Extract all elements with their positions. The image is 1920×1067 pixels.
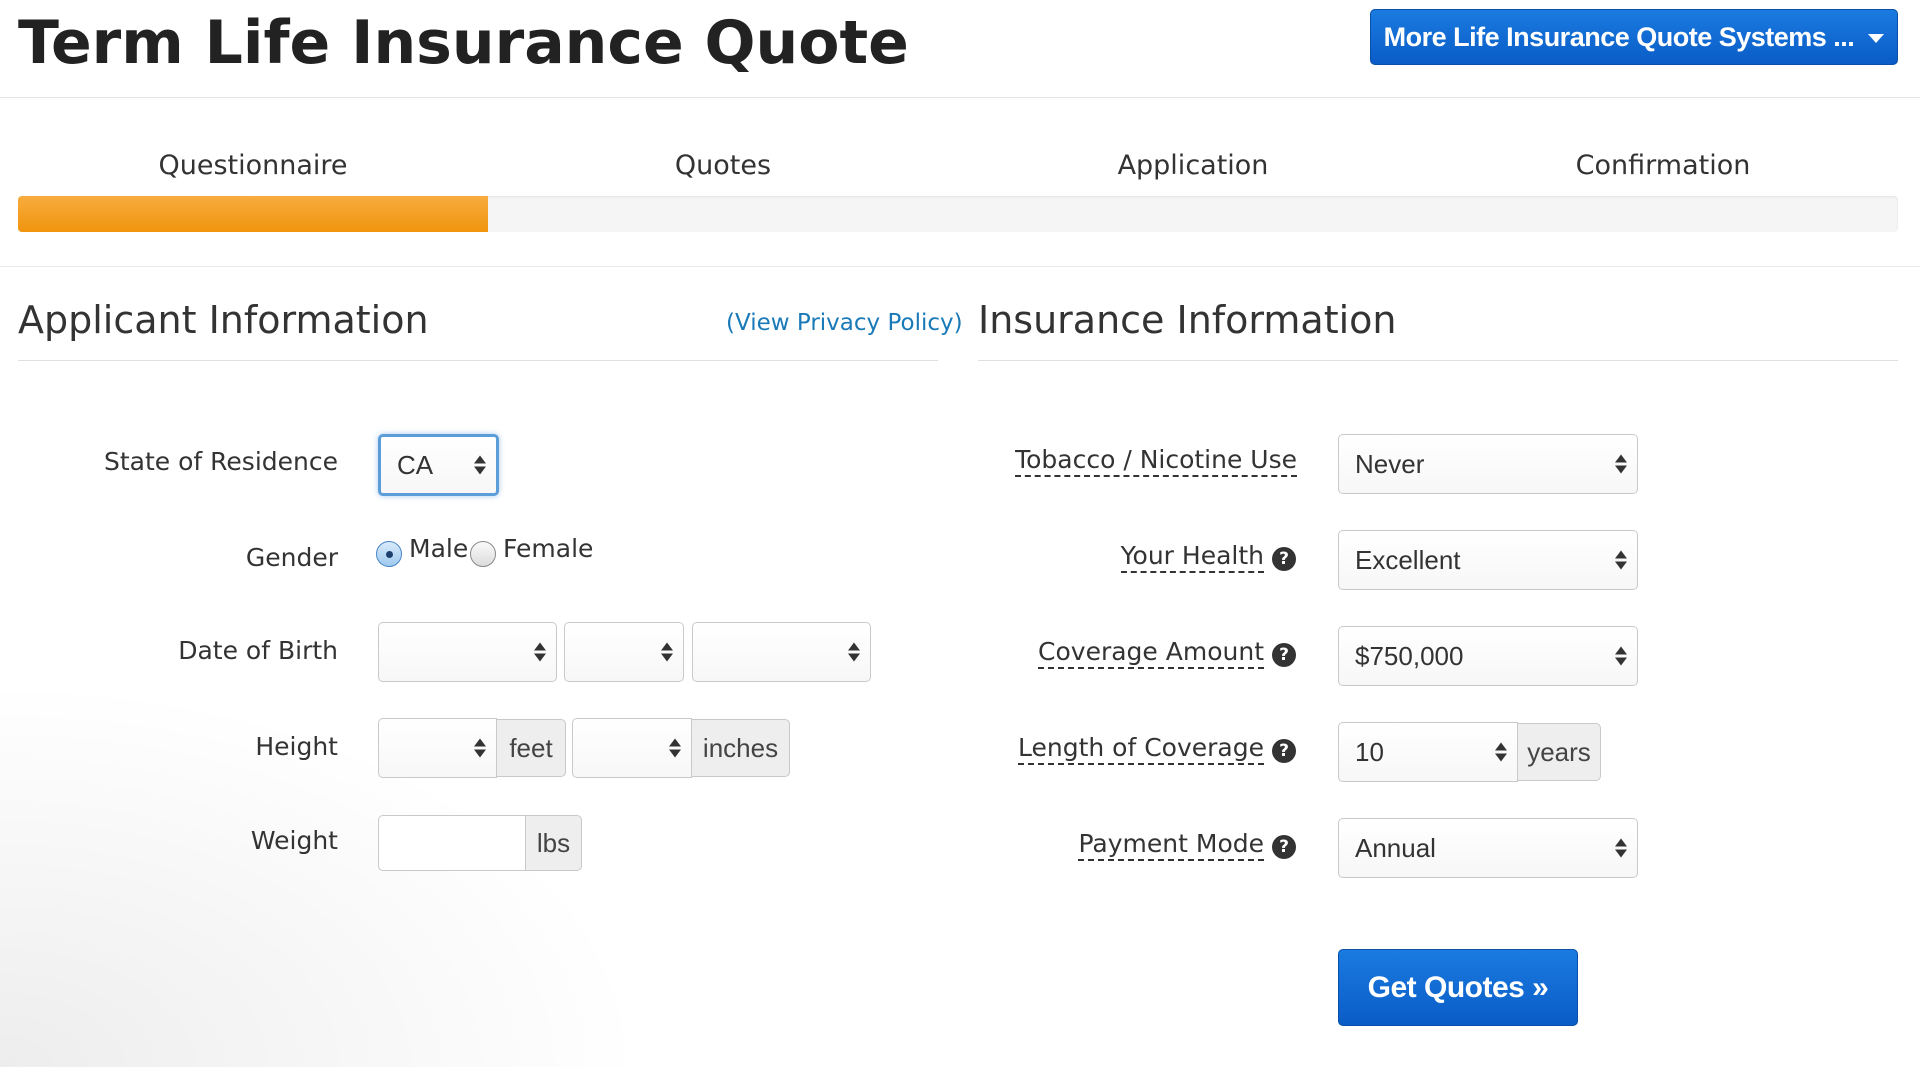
lbs-unit: lbs [525,815,582,871]
up-down-arrows-icon [474,455,486,475]
dob-year-select[interactable] [692,622,871,682]
question-circle-icon[interactable]: ? [1272,643,1296,667]
progress-steps: Questionnaire Quotes Application Confirm… [18,150,1898,190]
years-unit: years [1517,723,1601,781]
step-quotes[interactable]: Quotes [488,150,958,190]
feet-unit: feet [496,719,566,777]
state-select-value: CA [397,449,434,480]
height-inches-select[interactable] [572,718,692,778]
step-confirmation[interactable]: Confirmation [1428,150,1898,190]
up-down-arrows-icon [669,738,681,758]
state-label: State of Residence [104,447,338,476]
coverage-length-label[interactable]: Length of Coverage [1018,734,1264,766]
dob-month-select[interactable] [378,622,557,682]
chevron-down-icon [1868,34,1885,43]
up-down-arrows-icon [1615,454,1627,474]
health-label[interactable]: Your Health [1120,542,1264,574]
question-circle-icon[interactable]: ? [1272,547,1296,571]
gender-label: Gender [245,543,338,572]
height-feet-select[interactable] [378,718,497,778]
payment-mode-select[interactable]: Annual [1338,818,1638,878]
step-application[interactable]: Application [958,150,1428,190]
up-down-arrows-icon [661,642,673,662]
coverage-amount-value: $750,000 [1355,640,1464,671]
progress-bar-fill [18,196,488,232]
state-select[interactable]: CA [378,434,499,496]
up-down-arrows-icon [1615,838,1627,858]
coverage-length-value: 10 [1355,736,1384,767]
dob-day-select[interactable] [564,622,684,682]
up-down-arrows-icon [534,642,546,662]
payment-mode-label[interactable]: Payment Mode [1078,830,1264,862]
up-down-arrows-icon [1615,646,1627,666]
payment-mode-value: Annual [1355,832,1436,863]
question-circle-icon[interactable]: ? [1272,739,1296,763]
step-questionnaire[interactable]: Questionnaire [18,150,488,190]
weight-label: Weight [250,826,338,855]
more-quote-systems-button[interactable]: More Life Insurance Quote Systems ... [1370,9,1898,65]
tobacco-select[interactable]: Never [1338,434,1638,494]
up-down-arrows-icon [474,738,486,758]
coverage-amount-label[interactable]: Coverage Amount [1038,638,1264,670]
header: Term Life Insurance Quote More Life Insu… [0,0,1920,98]
coverage-amount-select[interactable]: $750,000 [1338,626,1638,686]
page-background-shade [0,647,700,1067]
question-circle-icon[interactable]: ? [1272,835,1296,859]
applicant-section-rule [18,360,938,361]
privacy-policy-link[interactable]: (View Privacy Policy) [726,310,963,336]
gender-male-label[interactable]: Male [409,534,468,563]
health-select[interactable]: Excellent [1338,530,1638,590]
applicant-section-title: Applicant Information [18,298,429,342]
tobacco-label[interactable]: Tobacco / Nicotine Use [1015,446,1297,478]
tobacco-select-value: Never [1355,448,1425,479]
gender-female-label[interactable]: Female [503,534,593,563]
health-select-value: Excellent [1355,544,1461,575]
weight-input[interactable] [378,815,526,871]
get-quotes-button[interactable]: Get Quotes » [1338,949,1578,1026]
progress-bar [18,196,1898,232]
height-label: Height [255,732,338,761]
gender-female-radio[interactable] [470,541,496,567]
dob-label: Date of Birth [178,636,338,665]
coverage-length-select[interactable]: 10 [1338,722,1518,782]
page-title: Term Life Insurance Quote [18,8,909,78]
more-quote-systems-label: More Life Insurance Quote Systems ... [1383,21,1855,52]
divider [0,266,1920,267]
inches-unit: inches [691,719,790,777]
up-down-arrows-icon [848,642,860,662]
up-down-arrows-icon [1615,550,1627,570]
up-down-arrows-icon [1495,742,1507,762]
gender-male-radio[interactable] [376,541,402,567]
insurance-section-title: Insurance Information [978,298,1397,342]
insurance-section-rule [978,360,1898,361]
